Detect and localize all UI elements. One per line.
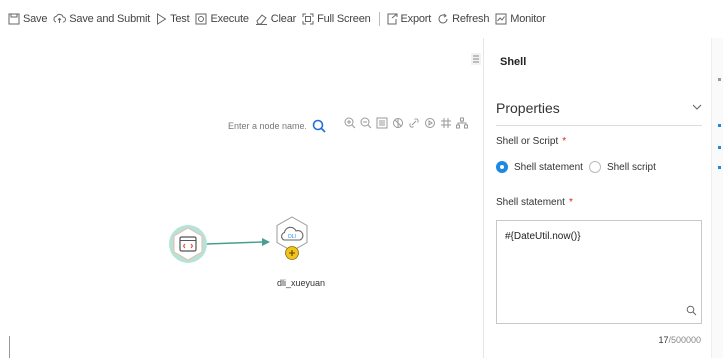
refresh-button[interactable]: Refresh — [437, 13, 489, 25]
save-button[interactable]: Save — [8, 13, 47, 25]
search-icon[interactable] — [686, 303, 697, 321]
zoom-out-icon[interactable] — [360, 117, 372, 129]
statement-label-text: Shell statement — [496, 197, 565, 208]
hierarchy-icon[interactable] — [456, 117, 468, 129]
full-screen-icon — [302, 13, 314, 25]
collapse-panel-icon[interactable] — [471, 52, 481, 70]
radio-selected-icon — [496, 161, 508, 173]
zoom-in-icon[interactable] — [344, 117, 356, 129]
toolbar-divider — [378, 12, 380, 26]
save-icon — [8, 13, 20, 25]
full-screen-button[interactable]: Full Screen — [302, 13, 371, 25]
layout-icon[interactable] — [392, 117, 404, 129]
execute-label: Execute — [210, 13, 249, 25]
grid-icon[interactable] — [440, 117, 452, 129]
dli-node[interactable]: DLI — [274, 215, 310, 272]
run-icon[interactable] — [424, 117, 436, 129]
monitor-button[interactable]: Monitor — [495, 13, 546, 25]
export-icon — [387, 13, 398, 25]
search-icon[interactable] — [312, 119, 326, 133]
section-title: Properties — [496, 100, 560, 116]
statement-editor: #{DateUtil.now()} — [496, 220, 702, 324]
dli-node-label: dli_xueyuan — [277, 278, 326, 288]
strip-mark — [718, 124, 721, 127]
mode-radio-group: Shell statement Shell script — [496, 161, 662, 173]
eraser-icon — [255, 14, 267, 25]
character-limit: /500000 — [668, 335, 701, 345]
radio-unselected-icon — [588, 161, 601, 173]
character-count: 17 — [658, 335, 669, 345]
workflow-edge — [205, 238, 270, 246]
save-and-submit-button[interactable]: Save and Submit — [53, 13, 150, 25]
strip-mark — [718, 166, 721, 169]
export-button[interactable]: Export — [386, 13, 432, 25]
properties-section-header[interactable]: Properties — [496, 96, 702, 126]
radio-shell-script[interactable]: Shell script — [588, 161, 656, 173]
node-search-input[interactable] — [228, 121, 306, 131]
export-label: Export — [400, 13, 432, 25]
radio-label: Shell script — [606, 161, 656, 173]
save-and-submit-label: Save and Submit — [69, 13, 151, 25]
save-label: Save — [23, 13, 48, 25]
fit-view-icon[interactable] — [376, 117, 388, 129]
cloud-upload-icon — [53, 13, 67, 23]
shell-node[interactable] — [168, 224, 208, 269]
right-side-strip — [711, 38, 723, 358]
strip-mark — [718, 78, 721, 81]
full-screen-label: Full Screen — [317, 13, 371, 25]
required-mark: * — [562, 136, 567, 147]
workflow-canvas[interactable]: DLI dli_xueyuan — [0, 38, 483, 358]
chevron-down-icon[interactable] — [692, 98, 702, 116]
shell-statement-textarea[interactable]: #{DateUtil.now()} — [497, 221, 701, 323]
statement-field-label: Shell statement * — [496, 197, 573, 208]
play-icon — [157, 13, 167, 25]
required-mark: * — [568, 197, 573, 208]
monitor-icon — [495, 13, 507, 25]
link-icon[interactable] — [408, 117, 420, 129]
properties-panel: Shell Properties Shell or Script * Shell … — [483, 38, 711, 358]
clear-label: Clear — [270, 13, 297, 25]
clear-button[interactable]: Clear — [255, 13, 296, 25]
dli-node-icon: DLI — [276, 216, 308, 260]
test-label: Test — [170, 13, 190, 25]
panel-title: Shell — [500, 56, 527, 68]
divider — [9, 336, 10, 358]
refresh-icon — [438, 13, 448, 24]
strip-mark — [718, 146, 721, 149]
execute-button[interactable]: Execute — [195, 13, 249, 25]
radio-label: Shell statement — [514, 161, 583, 173]
canvas-tools — [344, 117, 468, 129]
monitor-label: Monitor — [510, 13, 546, 25]
toolbar: Save Save and Submit Test Execute Clear … — [0, 0, 723, 38]
shell-node-icon — [169, 225, 207, 263]
node-search — [228, 114, 332, 138]
mode-label-text: Shell or Script — [496, 136, 559, 147]
mode-field-label: Shell or Script * — [496, 136, 566, 147]
execute-icon — [195, 13, 207, 25]
dli-icon-text: DLI — [288, 234, 296, 240]
character-counter: 17/500000 — [658, 335, 701, 345]
radio-shell-statement[interactable]: Shell statement — [496, 161, 583, 173]
refresh-label: Refresh — [452, 13, 490, 25]
test-button[interactable]: Test — [156, 13, 190, 25]
